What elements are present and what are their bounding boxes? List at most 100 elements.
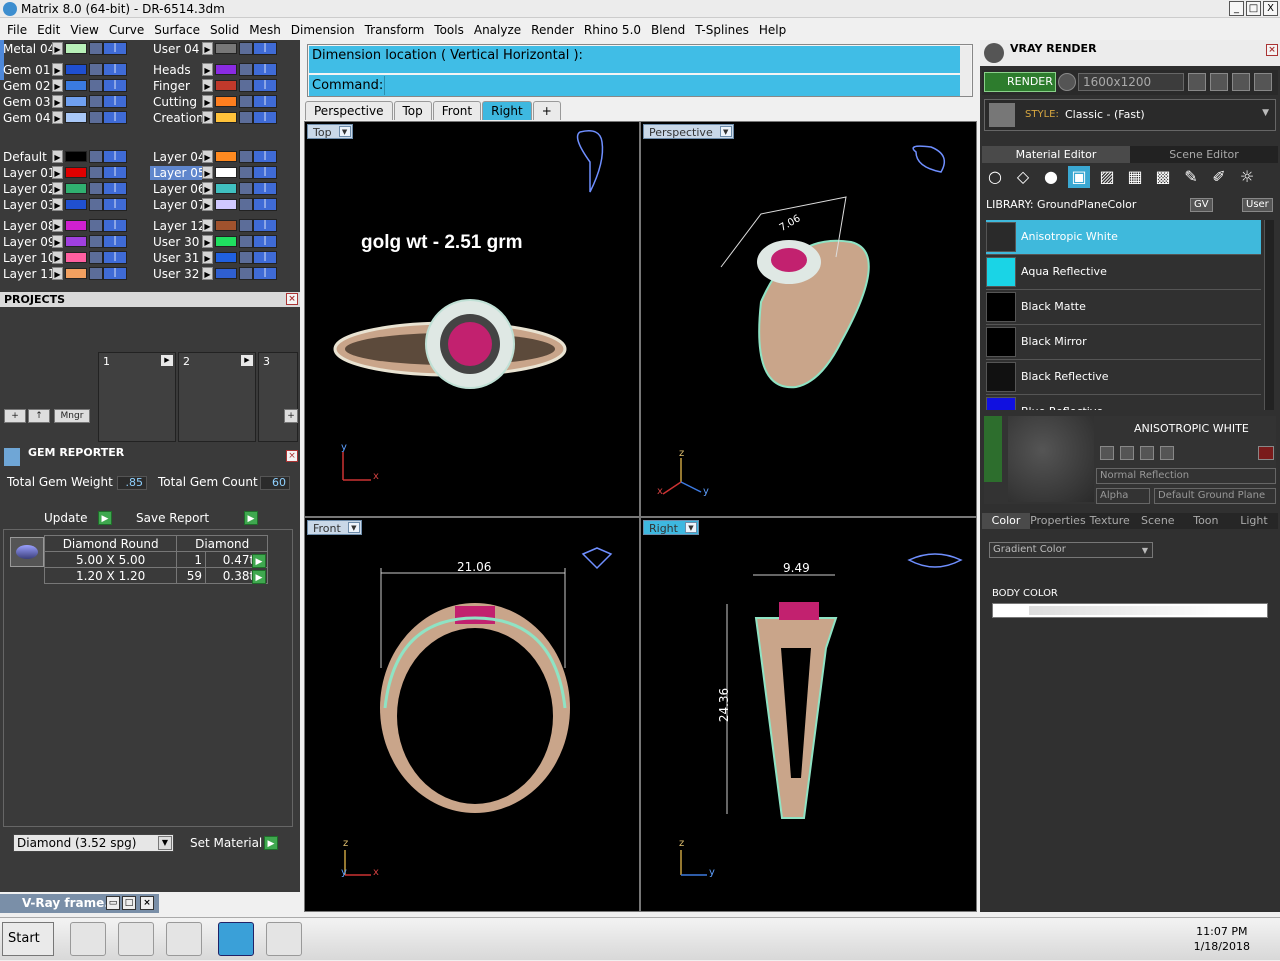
menu-item[interactable]: Render [526, 23, 579, 37]
set-material-button[interactable]: Set Material ▶ [184, 834, 280, 852]
tab-color[interactable]: Color [982, 513, 1031, 529]
layer-row[interactable]: Layer 03 ▶ | [0, 197, 127, 212]
visibility-icon[interactable]: | [103, 42, 127, 55]
table-row[interactable]: 5.00 X 5.00 1 0.47tw [43, 551, 269, 568]
up-button[interactable]: ↑ [28, 409, 50, 423]
tab-scene-editor[interactable]: Scene Editor [1130, 146, 1278, 163]
play-icon[interactable]: ▶ [241, 355, 253, 366]
color-mode-select[interactable]: Gradient Color ▼ [989, 542, 1153, 558]
export-icon[interactable] [1140, 446, 1154, 460]
start-button[interactable]: Start [2, 922, 54, 956]
play-icon[interactable]: ▶ [202, 95, 213, 108]
lock-icon[interactable] [239, 63, 253, 76]
visibility-icon[interactable]: | [103, 111, 127, 124]
lock-icon[interactable] [89, 198, 103, 211]
layer-row[interactable]: Layer 05 ▶ | [150, 165, 277, 180]
visibility-icon[interactable]: | [103, 219, 127, 232]
user-button[interactable]: User [1242, 198, 1273, 212]
menu-item[interactable]: Help [754, 23, 791, 37]
internet-explorer-icon[interactable] [118, 922, 154, 956]
play-icon[interactable]: ▶ [202, 251, 213, 264]
save-report-button[interactable]: Save Report ▶ [130, 509, 258, 527]
play-icon[interactable]: ▶ [52, 198, 63, 211]
layer-color-swatch[interactable] [65, 220, 87, 231]
layer-color-swatch[interactable] [215, 96, 237, 107]
tab-properties[interactable]: Properties [1030, 513, 1086, 529]
lock-icon[interactable] [89, 182, 103, 195]
play-icon[interactable]: ▶ [202, 111, 213, 124]
lock-icon[interactable] [239, 166, 253, 179]
layer-row[interactable]: User 32 ▶ | [150, 266, 277, 281]
visibility-icon[interactable]: | [253, 219, 277, 232]
project-slot-3[interactable]: 3 [258, 352, 298, 442]
tab-perspective[interactable]: Perspective [305, 101, 393, 120]
layer-color-swatch[interactable] [65, 112, 87, 123]
lock-icon[interactable] [239, 251, 253, 264]
layer-color-swatch[interactable] [65, 64, 87, 75]
play-icon[interactable]: ▶ [202, 63, 213, 76]
layer-row[interactable]: Layer 07 ▶ | [150, 197, 277, 212]
lock-icon[interactable] [239, 267, 253, 280]
visibility-icon[interactable]: | [103, 267, 127, 280]
lock-icon[interactable] [239, 42, 253, 55]
layer-row[interactable]: Layer 10 ▶ | [0, 250, 127, 265]
play-icon[interactable]: ▶ [202, 219, 213, 232]
visibility-icon[interactable]: | [103, 95, 127, 108]
menu-item[interactable]: Blend [646, 23, 690, 37]
visibility-icon[interactable]: | [103, 182, 127, 195]
play-icon[interactable]: ▶ [52, 79, 63, 92]
list-item[interactable]: Anisotropic White [986, 220, 1261, 255]
tab-light[interactable]: Light [1229, 513, 1278, 529]
lock-icon[interactable] [89, 95, 103, 108]
visibility-icon[interactable]: | [253, 95, 277, 108]
visibility-icon[interactable]: | [103, 251, 127, 264]
layer-row[interactable]: Layer 12 ▶ | [150, 218, 277, 233]
layer-row[interactable]: User 30 ▶ | [150, 234, 277, 249]
play-icon[interactable]: ▶ [52, 219, 63, 232]
layer-color-swatch[interactable] [215, 183, 237, 194]
visibility-icon[interactable]: | [253, 42, 277, 55]
tab-add[interactable]: + [532, 101, 561, 120]
lock-icon[interactable] [89, 251, 103, 264]
layer-color-swatch[interactable] [215, 43, 237, 54]
menu-item[interactable]: Dimension [286, 23, 360, 37]
play-icon[interactable]: ▶ [202, 198, 213, 211]
layer-row[interactable]: Gem 01 ▶ | [0, 62, 127, 77]
menu-item[interactable]: Solid [205, 23, 244, 37]
expand-handle[interactable] [984, 416, 1002, 482]
layer-row[interactable]: Metal 04 ▶ | [0, 41, 127, 56]
visibility-icon[interactable]: | [253, 267, 277, 280]
list-item[interactable]: Black Reflective [986, 360, 1261, 395]
project-slot-2[interactable]: 2 ▶ [178, 352, 256, 442]
lock-icon[interactable] [239, 150, 253, 163]
file-explorer-icon[interactable] [70, 922, 106, 956]
lock-icon[interactable] [89, 150, 103, 163]
menu-item[interactable]: Edit [32, 23, 65, 37]
lock-icon[interactable] [89, 219, 103, 232]
layer-color-swatch[interactable] [215, 80, 237, 91]
visibility-icon[interactable]: | [103, 63, 127, 76]
layer-row[interactable]: Gem 03 ▶ | [0, 94, 127, 109]
lock-icon[interactable] [239, 111, 253, 124]
command-scrollbar[interactable] [960, 46, 971, 96]
close-button[interactable]: X [1263, 1, 1278, 16]
menu-item[interactable]: Tools [429, 23, 469, 37]
layer-color-swatch[interactable] [65, 236, 87, 247]
play-icon[interactable]: ▶ [202, 166, 213, 179]
visibility-icon[interactable]: | [103, 150, 127, 163]
play-icon[interactable]: ▶ [161, 355, 173, 366]
material-list-scrollbar[interactable] [1264, 220, 1274, 410]
update-button[interactable]: Update ▶ [38, 509, 112, 527]
light-icon[interactable]: ☼ [1236, 166, 1258, 188]
menu-item[interactable]: Rhino 5.0 [579, 23, 646, 37]
play-icon[interactable]: ▶ [202, 182, 213, 195]
layer-color-swatch[interactable] [65, 252, 87, 263]
visibility-icon[interactable]: | [253, 79, 277, 92]
paint-icon[interactable]: ✐ [1208, 166, 1230, 188]
grid-icon[interactable] [1254, 73, 1272, 91]
lock-icon[interactable] [239, 182, 253, 195]
texture-icon[interactable]: ▦ [1124, 166, 1146, 188]
play-icon[interactable]: ▶ [52, 111, 63, 124]
viewport-top[interactable]: Top ▼ golg wt - 2.51 grm y x [304, 121, 640, 517]
layer-row[interactable]: Gem 04 ▶ | [0, 110, 127, 125]
